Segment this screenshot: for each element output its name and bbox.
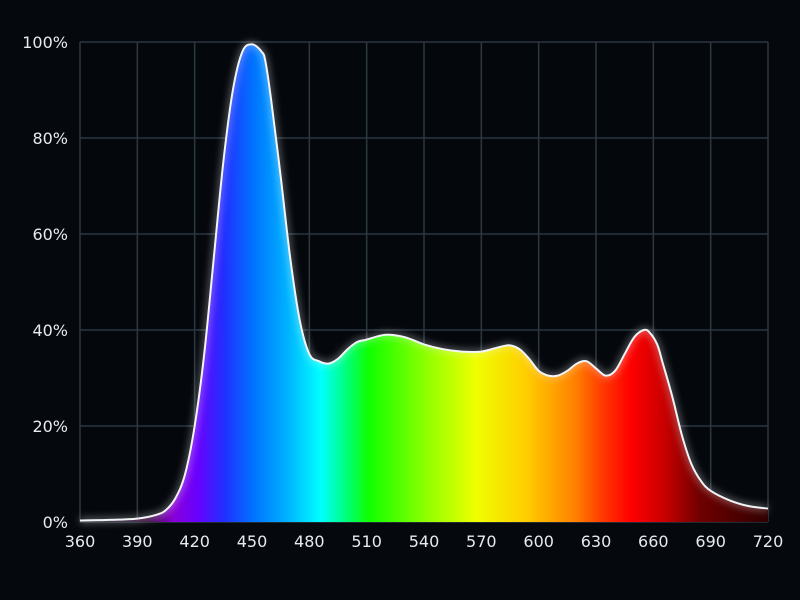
- x-tick-label: 420: [179, 532, 210, 551]
- y-tick-label: 100%: [22, 33, 68, 52]
- x-tick-label: 360: [65, 532, 96, 551]
- y-tick-label: 0%: [43, 513, 68, 532]
- y-tick-label: 40%: [32, 321, 68, 340]
- x-tick-label: 720: [753, 532, 784, 551]
- y-tick-label: 20%: [32, 417, 68, 436]
- y-tick-label: 60%: [32, 225, 68, 244]
- x-tick-label: 660: [638, 532, 669, 551]
- x-tick-label: 690: [695, 532, 726, 551]
- x-tick-label: 600: [523, 532, 554, 551]
- x-tick-label: 390: [122, 532, 153, 551]
- x-tick-label: 630: [581, 532, 612, 551]
- x-tick-label: 450: [237, 532, 268, 551]
- spectrum-chart: 360 390 420 450 480 510 540 570 600 630 660 690 720 0…: [22, 33, 784, 551]
- x-tick-label: 480: [294, 532, 325, 551]
- x-tick-label: 570: [466, 532, 497, 551]
- x-tick-label: 540: [409, 532, 440, 551]
- x-tick-label: 510: [351, 532, 382, 551]
- y-tick-label: 80%: [32, 129, 68, 148]
